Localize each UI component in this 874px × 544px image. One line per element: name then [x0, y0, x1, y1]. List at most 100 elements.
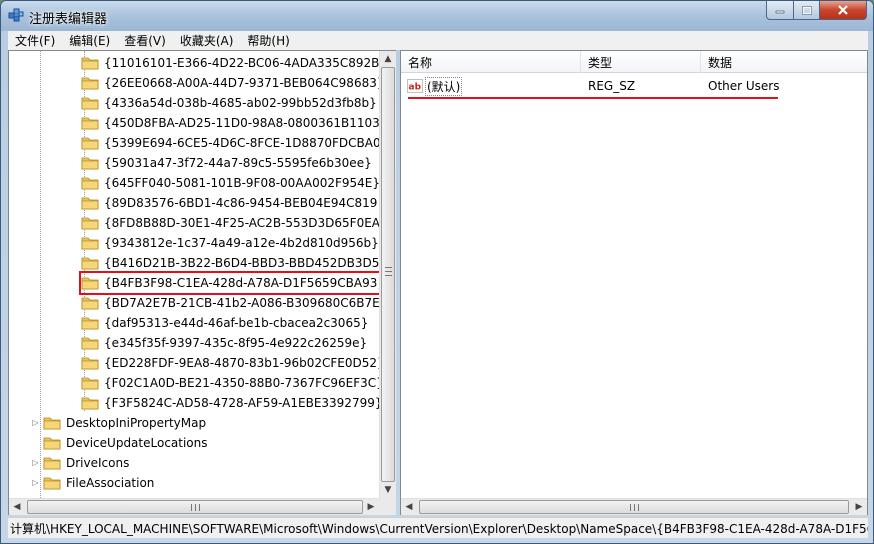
tree-item[interactable]: {daf95313-e44d-46af-be1b-cbacea2c3065} [81, 313, 369, 333]
tree-item[interactable]: DriveIcons [43, 453, 130, 473]
expand-arrow-icon[interactable]: ▷ [31, 418, 40, 427]
tree-item-label: DesktopIniPropertyMap [66, 416, 207, 430]
tree-item-label: {8FD8B88D-30E1-4F25-AC2B-553D3D65F0EA} [104, 216, 379, 230]
tree-item[interactable]: DesktopIniPropertyMap [43, 413, 207, 433]
folder-icon [81, 337, 99, 350]
grip-icon [630, 504, 639, 511]
tree-item[interactable]: {9343812e-1c37-4a49-a12e-4b2d810d956b} [81, 233, 379, 253]
scroll-right-arrow-icon[interactable]: ▶ [363, 499, 379, 515]
folder-icon [81, 217, 99, 230]
scroll-left-arrow-icon[interactable]: ◀ [9, 499, 25, 515]
list-header: 名称 类型 数据 [401, 51, 867, 73]
tree-item-label: {ED228FDF-9EA8-4870-83b1-96b02CFE0D52} [104, 356, 379, 370]
tree-item-label: {F02C1A0D-BE21-4350-88B0-7367FC96EF3C} [104, 376, 379, 390]
menu-bar: 文件(F) 编辑(E) 查看(V) 收藏夹(A) 帮助(H) [8, 31, 868, 50]
tree-item-label: {daf95313-e44d-46af-be1b-cbacea2c3065} [104, 316, 369, 330]
scroll-corner [379, 498, 396, 515]
scroll-thumb[interactable] [27, 500, 363, 514]
tree-item-label: DriveIcons [66, 456, 130, 470]
tree-item[interactable]: {5399E694-6CE5-4D6C-8FCE-1D8870FDCBA0} [81, 133, 379, 153]
menu-edit[interactable]: 编辑(E) [62, 32, 117, 49]
highlight-underline [408, 97, 778, 99]
tree-item-label: DeviceUpdateLocations [66, 436, 208, 450]
ab-string-icon: ab [407, 79, 423, 93]
grip-icon [191, 504, 200, 511]
tree-item[interactable]: {26EE0668-A00A-44D7-9371-BEB064C98683} [81, 73, 379, 93]
folder-icon [81, 257, 99, 270]
tree-item-label: {5399E694-6CE5-4D6C-8FCE-1D8870FDCBA0} [104, 136, 379, 150]
folder-icon [81, 197, 99, 210]
tree-item-label: {9343812e-1c37-4a49-a12e-4b2d810d956b} [104, 236, 379, 250]
tree-item-label: {450D8FBA-AD25-11D0-98A8-0800361B1103} [104, 116, 379, 130]
registry-tree: {11016101-E366-4D22-BC06-4ADA335C892B} {2… [9, 51, 379, 498]
value-name: (默认) [425, 76, 463, 96]
scroll-thumb[interactable] [381, 67, 395, 482]
svg-text:ab: ab [409, 83, 422, 93]
folder-icon [81, 137, 99, 150]
column-header-type[interactable]: 类型 [581, 51, 701, 73]
tree-item-label: {645FF040-5081-101B-9F08-00AA002F954E} [104, 176, 379, 190]
maximize-button[interactable] [793, 1, 820, 20]
expand-arrow-icon[interactable]: ▷ [31, 478, 40, 487]
scroll-thumb[interactable] [419, 500, 849, 514]
folder-icon [81, 317, 99, 330]
scroll-up-arrow-icon[interactable]: ▲ [380, 51, 396, 67]
tree-item[interactable]: DeviceUpdateLocations [43, 433, 209, 453]
tree-horizontal-scrollbar[interactable]: ◀ ▶ [9, 498, 379, 515]
grip-icon [385, 267, 392, 276]
tree-item[interactable]: {B416D21B-3B22-B6D4-BBD3-BBD452DB3D5B} [81, 253, 379, 273]
folder-icon [81, 357, 99, 370]
tree-item[interactable]: {450D8FBA-AD25-11D0-98A8-0800361B1103} [81, 113, 379, 133]
folder-icon [81, 377, 99, 390]
folder-icon [43, 457, 61, 470]
tree-guide-line [40, 51, 41, 498]
tree-item[interactable]: {ED228FDF-9EA8-4870-83b1-96b02CFE0D52} [81, 353, 379, 373]
menu-help[interactable]: 帮助(H) [240, 32, 296, 49]
column-header-data[interactable]: 数据 [701, 51, 867, 73]
folder-icon [81, 157, 99, 170]
tree-item[interactable]: {645FF040-5081-101B-9F08-00AA002F954E} [81, 173, 379, 193]
maximize-icon [801, 5, 812, 15]
tree-item[interactable]: {8FD8B88D-30E1-4F25-AC2B-553D3D65F0EA} [81, 213, 379, 233]
values-horizontal-scrollbar[interactable]: ◀ ▶ [401, 498, 867, 515]
minimize-icon [775, 10, 785, 14]
scroll-left-arrow-icon[interactable]: ◀ [401, 499, 417, 515]
scroll-down-arrow-icon[interactable]: ▼ [380, 482, 396, 498]
tree-item-selected[interactable]: {B4FB3F98-C1EA-428d-A78A-D1F5659CBA93} [78, 271, 379, 295]
folder-icon [81, 397, 99, 410]
menu-view[interactable]: 查看(V) [117, 32, 173, 49]
tree-item[interactable]: FileAssociation [43, 473, 155, 493]
tree-item[interactable]: {11016101-E366-4D22-BC06-4ADA335C892B} [81, 53, 379, 73]
folder-icon [43, 477, 61, 490]
tree-item[interactable]: {59031a47-3f72-44a7-89c5-5595fe6b30ee} [81, 153, 373, 173]
registry-tree-pane[interactable]: {11016101-E366-4D22-BC06-4ADA335C892B} {2… [8, 50, 396, 515]
value-name-cell: ab (默认) [407, 76, 463, 96]
folder-icon [81, 97, 99, 110]
folder-icon [81, 57, 99, 70]
scroll-right-arrow-icon[interactable]: ▶ [851, 499, 867, 515]
folder-icon [81, 177, 99, 190]
minimize-button[interactable] [766, 1, 794, 20]
list-item[interactable]: ab (默认) REG_SZ Other Users [401, 76, 867, 96]
folder-icon [81, 77, 99, 90]
tree-item-label: {11016101-E366-4D22-BC06-4ADA335C892B} [104, 56, 379, 70]
title-bar[interactable]: 注册表编辑器 [1, 1, 873, 31]
tree-item-label: {26EE0668-A00A-44D7-9371-BEB064C98683} [104, 76, 379, 90]
column-header-name[interactable]: 名称 [401, 51, 581, 73]
tree-item[interactable]: {F02C1A0D-BE21-4350-88B0-7367FC96EF3C} [81, 373, 379, 393]
folder-icon [81, 237, 99, 250]
tree-item[interactable]: {89D83576-6BD1-4c86-9454-BEB04E94C819} [81, 193, 379, 213]
tree-item[interactable]: {4336a54d-038b-4685-ab02-99bb52d3fb8b} [81, 93, 378, 113]
expand-arrow-icon[interactable]: ▷ [31, 458, 40, 467]
tree-item[interactable]: {e345f35f-9397-435c-8f95-4e922c26259e} [81, 333, 368, 353]
tree-item[interactable]: {F3F5824C-AD58-4728-AF59-A1EBE3392799} [81, 393, 379, 413]
tree-item-label: {89D83576-6BD1-4c86-9454-BEB04E94C819} [104, 196, 379, 210]
tree-item[interactable]: {BD7A2E7B-21CB-41b2-A086-B309680C6B7E} [81, 293, 379, 313]
folder-icon [81, 277, 99, 290]
values-pane[interactable]: 名称 类型 数据 ab (默认) REG_SZ Other Users ◀ ▶ [400, 50, 868, 515]
tree-vertical-scrollbar[interactable]: ▲ ▼ [379, 51, 396, 498]
menu-file[interactable]: 文件(F) [8, 32, 62, 49]
folder-icon [81, 117, 99, 130]
menu-favorites[interactable]: 收藏夹(A) [173, 32, 241, 49]
close-button[interactable] [819, 1, 867, 20]
